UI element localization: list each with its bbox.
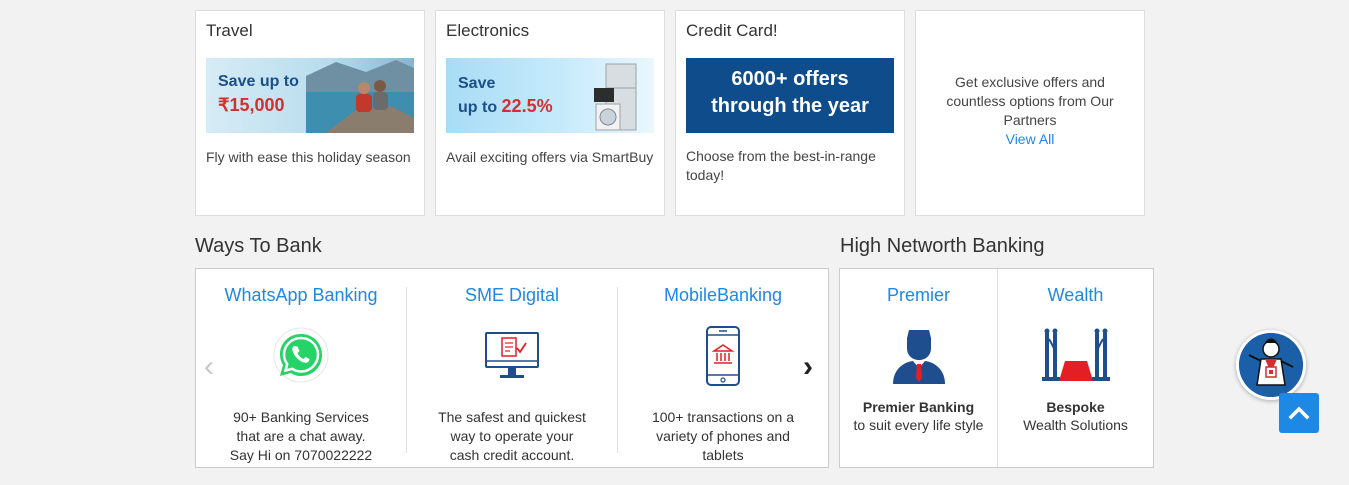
offer-title: Credit Card! xyxy=(686,21,778,40)
desc-line: cash credit account. xyxy=(449,447,575,463)
chevron-up-icon xyxy=(1288,406,1310,420)
premier-person-icon xyxy=(891,326,947,389)
offer-desc: Fly with ease this holiday season xyxy=(206,149,411,165)
banner-value: 22.5% xyxy=(501,96,553,116)
hnw-item-desc: Bespoke Wealth Solutions xyxy=(998,398,1153,434)
view-all-link[interactable]: View All xyxy=(1006,131,1055,147)
ways-item-mobile-banking[interactable]: MobileBanking 100+ transactions on a var… xyxy=(618,269,828,467)
carousel-next-button[interactable]: › xyxy=(803,352,813,382)
banner-prefix: up to xyxy=(458,99,502,116)
hnw-bold-line: Premier Banking xyxy=(840,398,997,416)
banner-line2: through the year xyxy=(711,95,869,117)
hnw-bold: Bespoke xyxy=(1046,399,1105,415)
hnw-item-desc: Premier Banking to suit every life style xyxy=(840,398,997,434)
desc-line: variety of phones and xyxy=(656,428,790,444)
hnw-item-title[interactable]: Premier xyxy=(840,285,997,306)
high-networth-heading: High Networth Banking xyxy=(840,235,1045,257)
desc-line: 90+ Banking Services xyxy=(233,409,369,425)
hnw-item-title[interactable]: Wealth xyxy=(998,285,1153,306)
electronics-banner[interactable]: Save up to 22.5% xyxy=(446,58,654,133)
carousel-prev-button[interactable]: ‹ xyxy=(204,352,214,382)
credit-card-banner[interactable]: 6000+ offers through the year xyxy=(686,58,894,133)
desc-line: tablets xyxy=(702,447,744,463)
travel-banner[interactable]: Save up to ₹15,000 xyxy=(206,58,414,133)
ways-item-title[interactable]: MobileBanking xyxy=(618,285,828,306)
ways-item-desc: 90+ Banking Services that are a chat awa… xyxy=(196,408,406,465)
banner-line1: Save xyxy=(458,75,496,92)
chatbot-mascot-icon xyxy=(1239,333,1303,397)
hnw-item-premier[interactable]: Premier Premier Banking to suit every li… xyxy=(840,269,997,467)
offer-desc: Choose from the best-in-range today! xyxy=(686,148,876,183)
offer-card-electronics[interactable]: Electronics Save up to 22.5% Avail excit… xyxy=(435,10,665,216)
monitor-document-icon xyxy=(484,331,540,386)
ways-item-desc: The safest and quickest way to operate y… xyxy=(407,408,617,465)
desc-line: way to operate your xyxy=(450,428,574,444)
chatbot-avatar-button[interactable] xyxy=(1236,330,1306,400)
ways-item-desc: 100+ transactions on a variety of phones… xyxy=(618,408,828,465)
ways-item-title[interactable]: WhatsApp Banking xyxy=(196,285,406,306)
offer-card-travel[interactable]: Travel Save up to ₹15,000 Fly with ease … xyxy=(195,10,425,216)
hnw-sub-line: Wealth Solutions xyxy=(1023,417,1128,433)
offer-card-credit-card[interactable]: Credit Card! 6000+ offers through the ye… xyxy=(675,10,905,216)
ways-to-bank-carousel: WhatsApp Banking 90+ Banking Services th… xyxy=(195,268,829,468)
desc-line: Say Hi on 7070022222 xyxy=(229,447,373,463)
red-carpet-icon xyxy=(1041,327,1111,388)
whatsapp-icon xyxy=(273,327,329,388)
ways-item-sme-digital[interactable]: SME Digital The safest and quickest way … xyxy=(407,269,617,467)
high-networth-panel: Premier Premier Banking to suit every li… xyxy=(839,268,1154,468)
desc-line: 100+ transactions on a xyxy=(651,409,795,425)
ways-item-title[interactable]: SME Digital xyxy=(407,285,617,306)
banner-line1: Save up to xyxy=(218,73,299,90)
banner-line2: up to 22.5% xyxy=(458,96,553,117)
ways-to-bank-heading: Ways To Bank xyxy=(195,235,322,257)
hnw-item-wealth[interactable]: Wealth Bespoke Wealth Solutions xyxy=(998,269,1153,467)
desc-line: The safest and quickest xyxy=(438,409,586,425)
hnw-bold: Premier Banking xyxy=(862,399,975,415)
banner-amount: ₹15,000 xyxy=(218,95,285,115)
hnw-bold-line: Bespoke xyxy=(998,398,1153,416)
mobile-bank-icon xyxy=(705,325,741,392)
desc-line: that are a chat away. xyxy=(236,428,366,444)
ways-item-whatsapp[interactable]: WhatsApp Banking 90+ Banking Services th… xyxy=(196,269,406,467)
hnw-sub-line: to suit every life style xyxy=(853,417,984,433)
banner-line1: 6000+ offers xyxy=(731,68,849,90)
partners-text: Get exclusive offers and countless optio… xyxy=(931,73,1129,149)
offer-desc: Avail exciting offers via SmartBuy xyxy=(446,149,654,165)
offer-title: Electronics xyxy=(446,21,530,40)
partners-card: Get exclusive offers and countless optio… xyxy=(915,10,1145,216)
partners-description: Get exclusive offers and countless optio… xyxy=(946,74,1114,128)
scroll-to-top-button[interactable] xyxy=(1279,393,1319,433)
offer-title: Travel xyxy=(206,21,253,40)
